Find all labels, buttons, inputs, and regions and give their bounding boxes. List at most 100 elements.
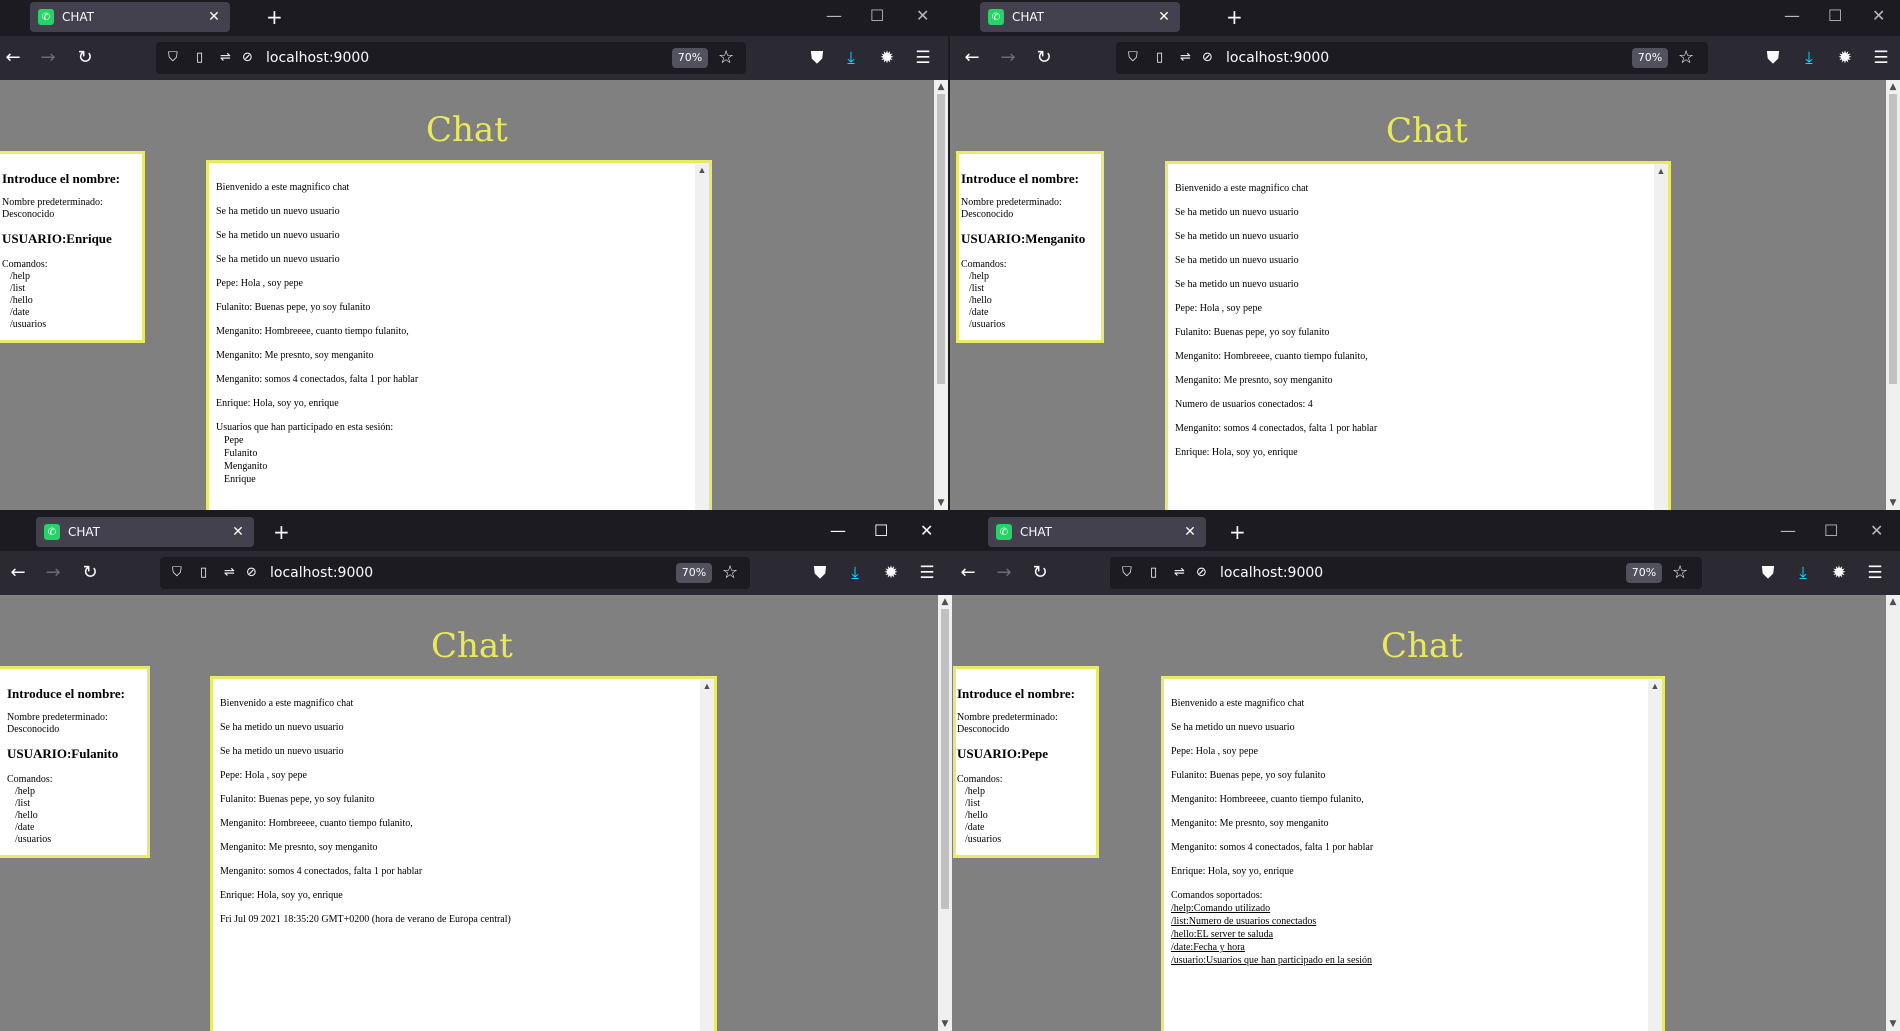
pocket-icon[interactable]: ⛊ <box>1757 561 1779 585</box>
url-text[interactable]: localhost:9000 <box>266 49 369 67</box>
close-window-icon[interactable]: ✕ <box>916 4 929 28</box>
new-tab-icon[interactable]: + <box>273 520 290 544</box>
reload-icon[interactable]: ↻ <box>75 46 95 70</box>
maximize-icon[interactable]: ☐ <box>1824 519 1838 543</box>
shield-icon[interactable]: ⛉ <box>172 564 182 582</box>
chat-scrollbar[interactable]: ▲ <box>695 163 709 510</box>
scroll-thumb[interactable] <box>941 609 949 909</box>
scroll-up-icon[interactable]: ▲ <box>938 595 952 609</box>
tab-chat[interactable]: ✆ CHAT ✕ <box>980 2 1180 32</box>
tracking-off-icon[interactable]: ⊘ <box>246 564 257 582</box>
extensions-icon[interactable]: ✹ <box>876 46 898 70</box>
url-bar[interactable]: ⛉ ▯ ⇌ ⊘ localhost:9000 70% ☆ <box>1110 557 1702 589</box>
tab-chat[interactable]: ✆ CHAT ✕ <box>36 517 254 547</box>
chat-log[interactable]: Bienvenido a este magnifico chat Se ha m… <box>1161 676 1665 1031</box>
tab-chat[interactable]: ✆ CHAT ✕ <box>988 517 1206 547</box>
shield-icon[interactable]: ⛉ <box>1128 49 1138 67</box>
supported-command[interactable]: /date:Fecha y hora <box>1171 941 1642 954</box>
scroll-up-icon[interactable]: ▲ <box>1886 80 1900 94</box>
tracking-off-icon[interactable]: ⊘ <box>1196 564 1207 582</box>
maximize-icon[interactable]: ☐ <box>874 519 888 543</box>
url-text[interactable]: localhost:9000 <box>270 564 373 582</box>
tracking-off-icon[interactable]: ⊘ <box>1202 49 1213 67</box>
minimize-icon[interactable]: — <box>830 519 846 543</box>
forward-icon[interactable]: → <box>998 46 1018 70</box>
page-icon[interactable]: ▯ <box>1156 49 1163 67</box>
extensions-icon[interactable]: ✹ <box>880 561 902 585</box>
close-window-icon[interactable]: ✕ <box>920 519 933 543</box>
bookmark-star-icon[interactable]: ☆ <box>722 562 738 584</box>
close-tab-icon[interactable]: ✕ <box>1156 9 1172 25</box>
supported-command[interactable]: /hello:EL server te saluda <box>1171 928 1642 941</box>
menu-icon[interactable]: ☰ <box>1870 46 1892 70</box>
new-tab-icon[interactable]: + <box>1229 520 1246 544</box>
zoom-badge[interactable]: 70% <box>1626 563 1662 583</box>
close-tab-icon[interactable]: ✕ <box>1182 524 1198 540</box>
maximize-icon[interactable]: ☐ <box>1828 4 1842 28</box>
scroll-down-icon[interactable]: ▼ <box>934 496 948 510</box>
supported-command[interactable]: /list:Numero de usuarios conectados <box>1171 915 1642 928</box>
bookmark-star-icon[interactable]: ☆ <box>1678 47 1694 69</box>
chat-scrollbar[interactable]: ▲ <box>1654 164 1668 510</box>
reload-icon[interactable]: ↻ <box>1034 46 1054 70</box>
supported-command[interactable]: /usuario:Usuarios que han participado en… <box>1171 954 1642 967</box>
back-icon[interactable]: ← <box>8 561 28 585</box>
scroll-up-icon[interactable]: ▲ <box>700 679 714 693</box>
page-scrollbar[interactable]: ▲ ▼ <box>1886 80 1900 510</box>
tracking-off-icon[interactable]: ⊘ <box>242 49 253 67</box>
url-bar[interactable]: ⛉ ▯ ⇌ ⊘ localhost:9000 70% ☆ <box>160 557 750 589</box>
chat-log[interactable]: Bienvenido a este magnifico chat Se ha m… <box>210 676 717 1031</box>
scroll-up-icon[interactable]: ▲ <box>1648 679 1662 693</box>
url-bar[interactable]: ⛉ ▯ ⇌ ⊘ localhost:9000 70% ☆ <box>1116 42 1708 74</box>
supported-command[interactable]: /help:Comando utilizado <box>1171 902 1642 915</box>
new-tab-icon[interactable]: + <box>266 5 283 29</box>
back-icon[interactable]: ← <box>3 46 23 70</box>
reload-icon[interactable]: ↻ <box>80 561 100 585</box>
scroll-thumb[interactable] <box>1889 94 1897 384</box>
forward-icon[interactable]: → <box>994 561 1014 585</box>
pocket-icon[interactable]: ⛊ <box>809 561 831 585</box>
downloads-icon[interactable]: ⤓ <box>844 561 866 585</box>
zoom-badge[interactable]: 70% <box>1632 48 1668 68</box>
minimize-icon[interactable]: — <box>826 4 842 28</box>
downloads-icon[interactable]: ⤓ <box>1798 46 1820 70</box>
zoom-badge[interactable]: 70% <box>676 563 712 583</box>
close-tab-icon[interactable]: ✕ <box>206 9 222 25</box>
url-bar[interactable]: ⛉ ▯ ⇌ ⊘ localhost:9000 70% ☆ <box>156 42 746 74</box>
bookmark-star-icon[interactable]: ☆ <box>718 47 734 69</box>
scroll-down-icon[interactable]: ▼ <box>1886 1017 1900 1031</box>
scroll-up-icon[interactable]: ▲ <box>1654 164 1668 178</box>
shield-icon[interactable]: ⛉ <box>1122 564 1132 582</box>
menu-icon[interactable]: ☰ <box>916 561 938 585</box>
pocket-icon[interactable]: ⛊ <box>1762 46 1784 70</box>
close-tab-icon[interactable]: ✕ <box>230 524 246 540</box>
url-text[interactable]: localhost:9000 <box>1226 49 1329 67</box>
chat-scrollbar[interactable]: ▲ <box>700 679 714 1031</box>
scroll-up-icon[interactable]: ▲ <box>1886 595 1900 609</box>
page-icon[interactable]: ▯ <box>196 49 203 67</box>
maximize-icon[interactable]: ☐ <box>870 4 884 28</box>
minimize-icon[interactable]: — <box>1784 4 1800 28</box>
chat-log[interactable]: Bienvenido a este magnifico chat Se ha m… <box>206 160 712 510</box>
permissions-icon[interactable]: ⇌ <box>1174 564 1185 582</box>
reload-icon[interactable]: ↻ <box>1030 561 1050 585</box>
scroll-down-icon[interactable]: ▼ <box>938 1017 952 1031</box>
minimize-icon[interactable]: — <box>1780 519 1796 543</box>
scroll-up-icon[interactable]: ▲ <box>695 163 709 177</box>
zoom-badge[interactable]: 70% <box>672 48 708 68</box>
bookmark-star-icon[interactable]: ☆ <box>1672 562 1688 584</box>
page-scrollbar[interactable]: ▲ ▼ <box>1886 595 1900 1031</box>
menu-icon[interactable]: ☰ <box>1864 561 1886 585</box>
scroll-down-icon[interactable]: ▼ <box>1886 496 1900 510</box>
permissions-icon[interactable]: ⇌ <box>220 49 231 67</box>
page-scrollbar[interactable]: ▲ ▼ <box>934 80 948 510</box>
new-tab-icon[interactable]: + <box>1226 5 1243 29</box>
page-icon[interactable]: ▯ <box>1150 564 1157 582</box>
downloads-icon[interactable]: ⤓ <box>840 46 862 70</box>
permissions-icon[interactable]: ⇌ <box>1180 49 1191 67</box>
extensions-icon[interactable]: ✹ <box>1834 46 1856 70</box>
url-text[interactable]: localhost:9000 <box>1220 564 1323 582</box>
back-icon[interactable]: ← <box>958 561 978 585</box>
menu-icon[interactable]: ☰ <box>912 46 934 70</box>
close-window-icon[interactable]: ✕ <box>1870 519 1883 543</box>
